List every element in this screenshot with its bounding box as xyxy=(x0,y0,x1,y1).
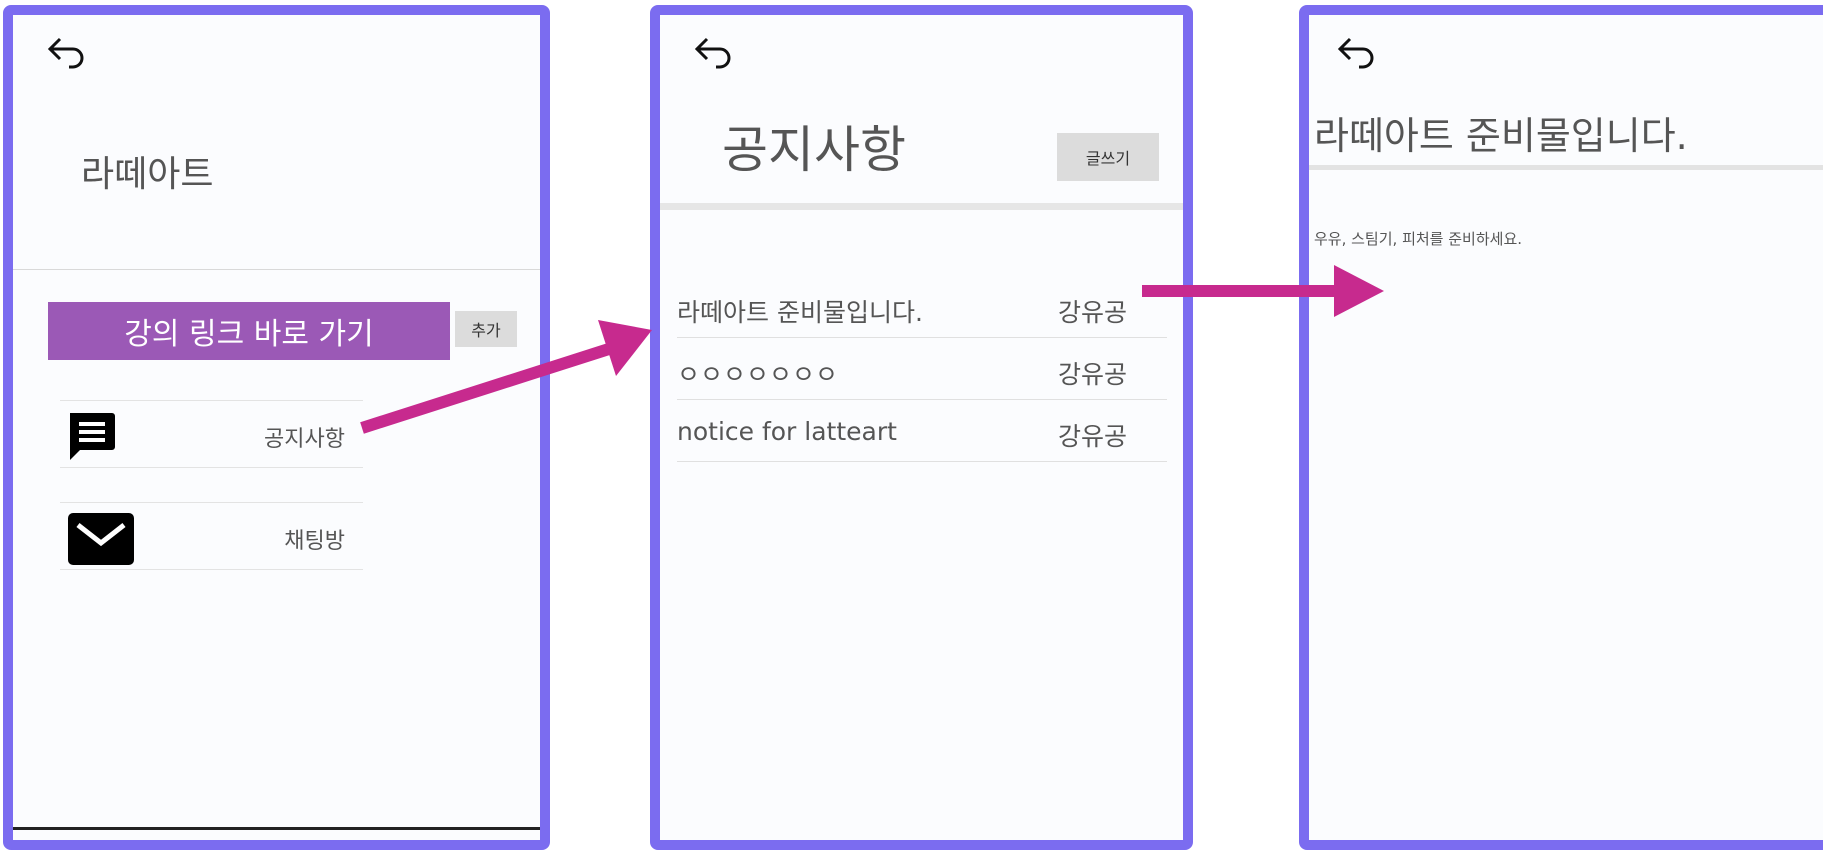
course-title: 라떼아트 xyxy=(81,154,214,195)
list-item[interactable]: 라떼아트 준비물입니다. 강유공 xyxy=(677,275,1167,338)
menu-label: 채팅방 xyxy=(284,529,345,554)
post-title: 라떼아트 준비물입니다. xyxy=(677,298,923,327)
add-button[interactable]: 추가 xyxy=(455,311,517,347)
divider xyxy=(1309,165,1823,170)
divider xyxy=(13,269,540,270)
page-title: 공지사항 xyxy=(722,121,906,179)
list-item[interactable]: ㅇㅇㅇㅇㅇㅇㅇ 강유공 xyxy=(677,337,1167,400)
menu-item-chat[interactable]: 채팅방 xyxy=(60,502,363,570)
message-icon xyxy=(66,409,118,467)
screen-course: 라떼아트 강의 링크 바로 가기 추가 공지사항 채팅방 xyxy=(3,5,550,850)
screen-notice-detail: 라떼아트 준비물입니다. 우유, 스팀기, 피처를 준비하세요. xyxy=(1299,5,1823,850)
bottom-bar xyxy=(13,827,540,830)
menu-label: 공지사항 xyxy=(264,427,345,452)
post-author: 강유공 xyxy=(1057,422,1127,451)
mail-icon xyxy=(66,511,136,571)
detail-body: 우유, 스팀기, 피처를 준비하세요. xyxy=(1314,230,1523,248)
post-title: ㅇㅇㅇㅇㅇㅇㅇ xyxy=(677,360,839,389)
post-author: 강유공 xyxy=(1057,298,1127,327)
divider xyxy=(660,203,1183,210)
screen-notice-list: 공지사항 글쓰기 라떼아트 준비물입니다. 강유공 ㅇㅇㅇㅇㅇㅇㅇ 강유공 no… xyxy=(650,5,1193,850)
back-arrow-icon[interactable] xyxy=(688,33,736,73)
lecture-link-button[interactable]: 강의 링크 바로 가기 xyxy=(48,302,450,360)
detail-title: 라떼아트 준비물입니다. xyxy=(1314,114,1688,158)
list-item[interactable]: notice for latteart 강유공 xyxy=(677,399,1167,462)
back-arrow-icon[interactable] xyxy=(1331,33,1379,73)
back-arrow-icon[interactable] xyxy=(41,33,89,73)
write-button[interactable]: 글쓰기 xyxy=(1057,133,1159,181)
post-title: notice for latteart xyxy=(677,417,897,446)
post-author: 강유공 xyxy=(1057,360,1127,389)
menu-item-notice[interactable]: 공지사항 xyxy=(60,400,363,468)
